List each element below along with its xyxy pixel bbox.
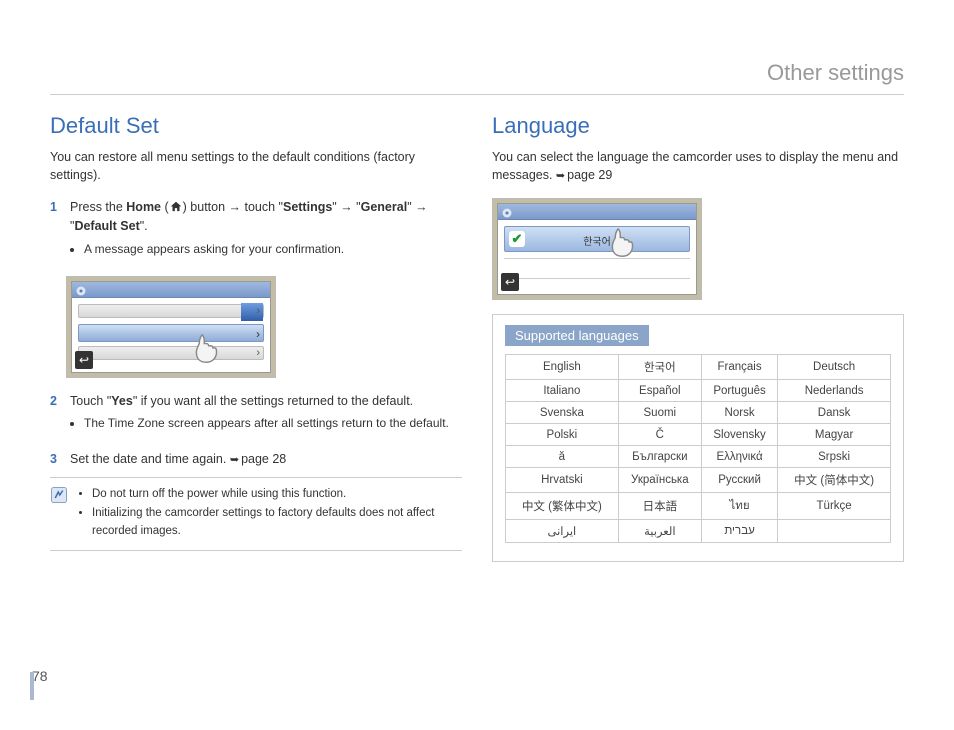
- step-3-body: Set the date and time again. page 28: [70, 450, 286, 469]
- figure-language-screen: ✔ 한국어 ↩: [492, 198, 702, 300]
- label-general: General: [361, 200, 408, 214]
- intro-language: You can select the language the camcorde…: [492, 149, 904, 184]
- step-3: 3 Set the date and time again. page 28: [50, 450, 462, 469]
- column-language: Language You can select the language the…: [492, 113, 904, 562]
- text: ) button → touch ": [183, 200, 283, 214]
- page-ref: page 29: [556, 167, 612, 185]
- note-icon: [50, 486, 68, 504]
- supported-languages-box: Supported languages English한국어FrançaisDe…: [492, 314, 904, 562]
- step-1-body: Press the Home ( ) button → touch "Settin…: [70, 198, 462, 268]
- gear-icon: [75, 284, 87, 296]
- step-2: 2 Touch "Yes" if you want all the settin…: [50, 392, 462, 443]
- check-icon: ✔: [509, 231, 525, 247]
- language-cell: Български: [618, 446, 701, 468]
- language-cell: Slovensky: [701, 424, 777, 446]
- language-cell: 中文 (繁体中文): [506, 493, 619, 520]
- supported-languages-header: Supported languages: [505, 325, 649, 346]
- step-1-bullet: A message appears asking for your confir…: [84, 240, 462, 258]
- step-1: 1 Press the Home ( ) button → touch "Sett…: [50, 198, 462, 268]
- gear-icon: [501, 206, 513, 218]
- heading-language: Language: [492, 113, 904, 139]
- list-row-selected: ›: [78, 324, 264, 342]
- note-item: Do not turn off the power while using th…: [92, 486, 462, 503]
- language-cell: Русский: [701, 468, 777, 493]
- language-cell: Nederlands: [778, 380, 891, 402]
- language-cell: ă: [506, 446, 619, 468]
- text: Press the: [70, 200, 126, 214]
- language-cell: Dansk: [778, 402, 891, 424]
- selected-language-row: ✔ 한국어: [504, 226, 690, 252]
- language-cell: 日本語: [618, 493, 701, 520]
- text: You can select the language the camcorde…: [492, 150, 898, 182]
- language-cell: Ελληνικά: [701, 446, 777, 468]
- heading-default-set: Default Set: [50, 113, 462, 139]
- step-number: 2: [50, 392, 62, 443]
- label-settings: Settings: [283, 200, 332, 214]
- page-number: 78: [32, 668, 48, 684]
- language-cell: العربية: [618, 520, 701, 543]
- text: ".: [140, 219, 148, 233]
- list-row: ›: [78, 304, 264, 318]
- language-cell: Italiano: [506, 380, 619, 402]
- intro-default-set: You can restore all menu settings to the…: [50, 149, 462, 184]
- page-category-header: Other settings: [50, 60, 904, 95]
- language-cell: [778, 520, 891, 543]
- language-cell: Hrvatski: [506, 468, 619, 493]
- language-cell: Svenska: [506, 402, 619, 424]
- step-2-body: Touch "Yes" if you want all the settings…: [70, 392, 449, 443]
- touch-hand-icon: [182, 322, 228, 368]
- language-cell: Norsk: [701, 402, 777, 424]
- language-cell: 한국어: [618, 355, 701, 380]
- text: Set the date and time again.: [70, 452, 230, 466]
- back-icon: ↩: [501, 273, 519, 291]
- language-cell: Українська: [618, 468, 701, 493]
- language-cell: ไทย: [701, 493, 777, 520]
- language-cell: ایرانی: [506, 520, 619, 543]
- language-cell: Č: [618, 424, 701, 446]
- language-table: English한국어FrançaisDeutsch ItalianoEspañol…: [505, 354, 891, 543]
- text: Touch ": [70, 394, 111, 408]
- language-cell: Magyar: [778, 424, 891, 446]
- list-row: ›: [78, 346, 264, 360]
- text: " if you want all the settings returned …: [133, 394, 413, 408]
- text: " → ": [332, 200, 360, 214]
- step-number: 1: [50, 198, 62, 268]
- page-ref: page 28: [230, 450, 286, 469]
- text: (: [161, 200, 169, 214]
- language-cell: Deutsch: [778, 355, 891, 380]
- home-icon: [169, 200, 183, 214]
- label-yes: Yes: [111, 394, 133, 408]
- language-cell: Türkçe: [778, 493, 891, 520]
- note-box: Do not turn off the power while using th…: [50, 477, 462, 551]
- language-cell: English: [506, 355, 619, 380]
- column-default-set: Default Set You can restore all menu set…: [50, 113, 462, 562]
- label-default-set: Default Set: [74, 219, 139, 233]
- label-home: Home: [126, 200, 161, 214]
- language-cell: Français: [701, 355, 777, 380]
- touch-hand-icon: [598, 216, 644, 262]
- figure-default-set-screen: › › › ↩: [66, 276, 276, 378]
- chevron-right-icon: ›: [256, 347, 260, 359]
- language-cell: Português: [701, 380, 777, 402]
- language-cell: Suomi: [618, 402, 701, 424]
- step-2-bullet: The Time Zone screen appears after all s…: [84, 414, 449, 432]
- step-number: 3: [50, 450, 62, 469]
- language-cell: עברית: [701, 520, 777, 543]
- note-item: Initializing the camcorder settings to f…: [92, 505, 462, 540]
- chevron-right-icon: ›: [256, 327, 260, 341]
- page-accent-bar: [30, 672, 34, 700]
- language-cell: Polski: [506, 424, 619, 446]
- language-cell: 中文 (简体中文): [778, 468, 891, 493]
- language-cell: Srpski: [778, 446, 891, 468]
- chevron-right-icon: ›: [256, 305, 260, 317]
- back-icon: ↩: [75, 351, 93, 369]
- language-cell: Español: [618, 380, 701, 402]
